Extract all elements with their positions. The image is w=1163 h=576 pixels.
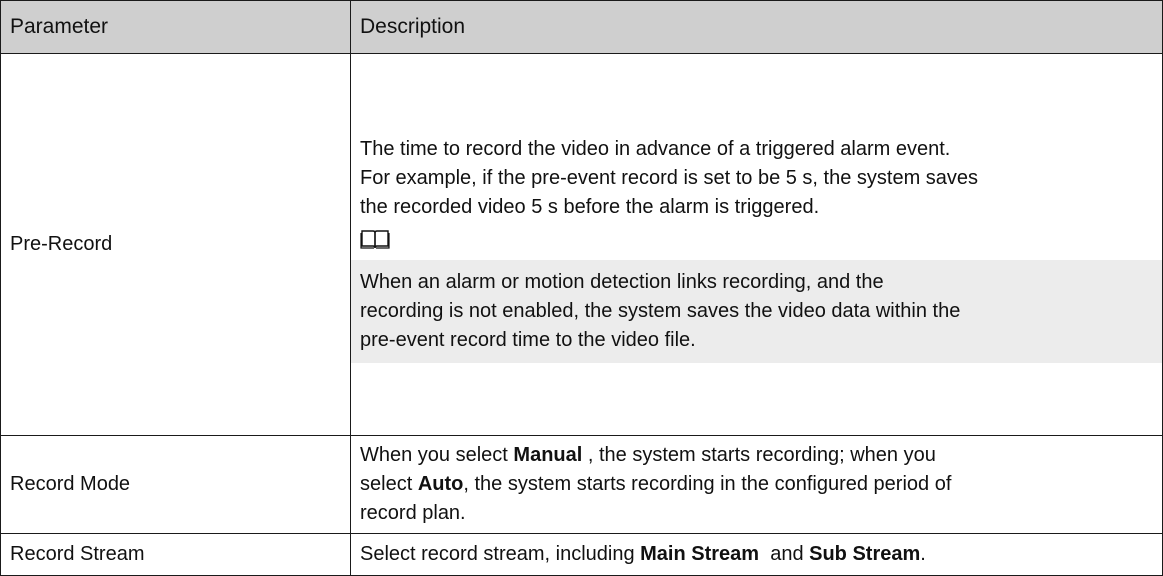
desc-text: When you select [360, 444, 514, 466]
desc-pre-record-text: The time to record the video in advance … [360, 126, 1152, 222]
desc-text: and [759, 543, 810, 565]
param-record-mode: Record Mode [0, 435, 351, 534]
param-pre-record: Pre-Record [0, 53, 351, 436]
desc-text: . [920, 543, 926, 565]
desc-pre-record: The time to record the video in advance … [350, 53, 1163, 436]
desc-bold-auto: Auto [417, 473, 464, 495]
desc-text: select [360, 473, 418, 495]
parameter-table: Parameter Description Pre-Record The tim… [0, 0, 1163, 576]
note-line: recording is not enabled, the system sav… [360, 300, 961, 322]
note-line: pre-event record time to the video file. [360, 329, 696, 351]
desc-text: Select record stream, including [360, 543, 641, 565]
desc-record-mode: When you select Manual , the system star… [350, 435, 1163, 534]
desc-bold-manual: Manual [513, 444, 583, 466]
desc-text: , the system starts recording in the con… [463, 473, 952, 495]
note-icon-wrap [360, 222, 1152, 256]
header-parameter: Parameter [0, 0, 351, 54]
desc-line: the recorded video 5 s before the alarm … [360, 196, 820, 218]
desc-bold-main-stream: Main Stream [640, 543, 760, 565]
table-row: Record Stream Select record stream, incl… [0, 533, 1163, 576]
note-line: When an alarm or motion detection links … [360, 271, 884, 293]
desc-record-stream: Select record stream, including Main Str… [350, 533, 1163, 576]
desc-line: When you select Manual , the system star… [360, 441, 1152, 470]
table-header-row: Parameter Description [0, 0, 1163, 54]
desc-text: , the system starts recording; when you [582, 444, 936, 466]
desc-bold-sub-stream: Sub Stream [809, 543, 921, 565]
desc-line: The time to record the video in advance … [360, 138, 951, 160]
param-record-stream: Record Stream [0, 533, 351, 576]
desc-line: record plan. [360, 502, 466, 524]
header-description: Description [350, 0, 1163, 54]
desc-line: select Auto, the system starts recording… [360, 470, 1152, 499]
table-row: Record Mode When you select Manual , the… [0, 435, 1163, 534]
table-row: Pre-Record The time to record the video … [0, 53, 1163, 436]
book-icon [360, 230, 390, 249]
note-block: When an alarm or motion detection links … [351, 260, 1162, 363]
desc-line: For example, if the pre-event record is … [360, 167, 979, 189]
